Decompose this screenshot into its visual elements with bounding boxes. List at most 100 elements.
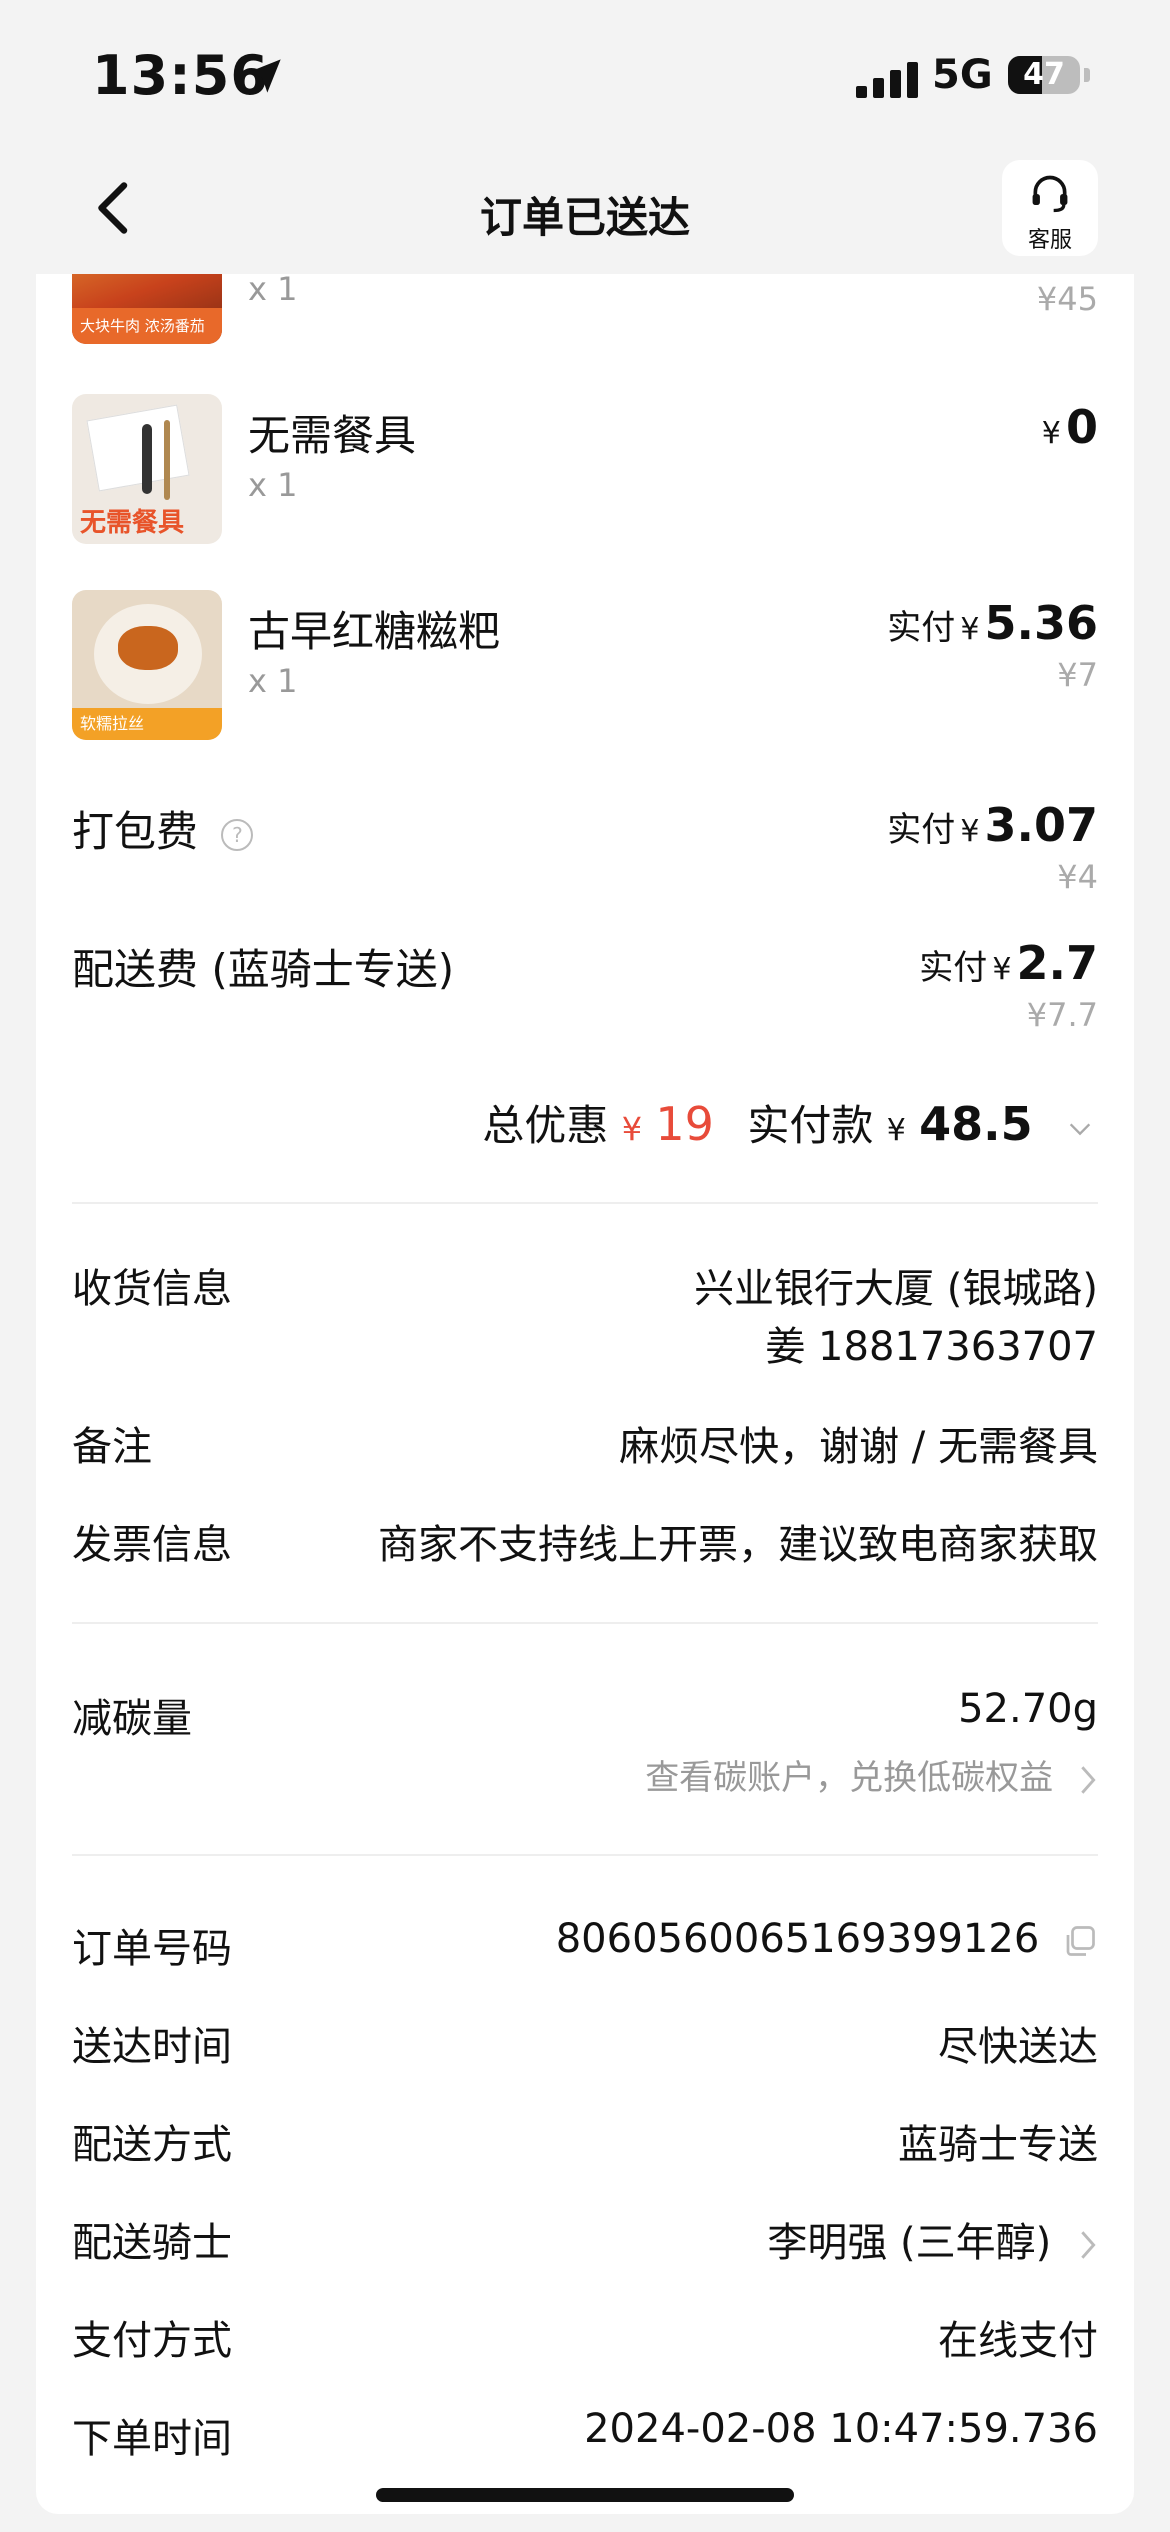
divider [72, 1854, 1098, 1856]
battery-level: 47 [1023, 57, 1065, 92]
item-amount: 0 [1065, 400, 1098, 454]
remark-row: 备注 麻烦尽快，谢谢 / 无需餐具 [72, 1414, 1098, 1474]
order-item: 大块牛肉 浓汤番茄 x 1 ¥45 [72, 274, 1098, 354]
copy-icon[interactable] [1062, 1923, 1098, 1959]
battery-cap [1084, 68, 1090, 82]
item-thumbnail: 大块牛肉 浓汤番茄 [72, 274, 222, 344]
rider-label: 配送骑士 [72, 2220, 232, 2266]
receiver-address: 兴业银行大厦 (银城路) [694, 1266, 1098, 1312]
receiver-contact: 姜 18817363707 [765, 1324, 1098, 1370]
paid-label: 实付 [919, 948, 988, 988]
remark-value: 麻烦尽快，谢谢 / 无需餐具 [619, 1424, 1098, 1470]
order-item: 无需餐具 无需餐具 x 1 ¥ 0 [72, 394, 1098, 554]
item-price: 实付 ¥ 5.36 ¥7 [887, 596, 1098, 694]
delivery-method-value: 蓝骑士专送 [898, 2122, 1098, 2168]
receiver-info-row: 收货信息 兴业银行大厦 (银城路) 姜 18817363707 [72, 1256, 1098, 1376]
item-badge: 大块牛肉 浓汤番茄 [72, 308, 222, 344]
arrival-time-row: 送达时间 尽快送达 [72, 2014, 1098, 2074]
discount-currency: ¥ [621, 1110, 643, 1148]
item-quantity: x 1 [248, 662, 298, 700]
item-amount: 5.36 [984, 596, 1099, 650]
item-badge: 软糯拉丝 [72, 708, 222, 740]
chevron-right-icon [1081, 2231, 1096, 2259]
carbon-reduction-row: 减碳量 52.70g 查看碳账户，兑换低碳权益 [72, 1686, 1098, 1799]
delivery-fee-original: ¥7.7 [1026, 996, 1098, 1034]
currency-symbol: ¥ [1041, 416, 1061, 451]
item-original-price: ¥7 [1057, 656, 1098, 694]
status-time: 13:56 [92, 44, 269, 107]
network-type: 5G [932, 52, 993, 98]
delivery-method-row: 配送方式 蓝骑士专送 [72, 2112, 1098, 2172]
delivery-method-label: 配送方式 [72, 2122, 232, 2168]
order-total-row[interactable]: 总优惠 ¥ 19 实付款 ¥ 48.5 [482, 1092, 1094, 1153]
discount-label: 总优惠 [482, 1101, 609, 1150]
carbon-value: 52.70g [958, 1686, 1098, 1732]
rider-value: 李明强 (三年醇) [767, 2220, 1052, 2266]
rider-row[interactable]: 配送骑士 李明强 (三年醇) [72, 2210, 1098, 2270]
order-number-group: 8060560065169399126 [556, 1916, 1098, 1962]
cellular-signal-icon [856, 62, 918, 98]
packing-fee-original: ¥4 [1057, 858, 1098, 896]
order-time-value: 2024-02-08 10:47:59.736 [584, 2406, 1098, 2452]
status-bar: 13:56 5G 47 [0, 0, 1170, 150]
item-original-price: ¥45 [1036, 280, 1098, 318]
paid-label: 实付 [887, 810, 956, 850]
order-detail-card: 大块牛肉 浓汤番茄 x 1 ¥45 无需餐具 无需餐具 x 1 ¥ 0 软糯拉丝… [36, 274, 1134, 2514]
receiver-info-label: 收货信息 [72, 1266, 232, 1312]
item-quantity: x 1 [248, 274, 298, 308]
item-badge: 无需餐具 [80, 508, 185, 538]
invoice-value: 商家不支持线上开票，建议致电商家获取 [378, 1522, 1098, 1568]
currency-symbol: ¥ [992, 952, 1012, 987]
customer-service-button[interactable]: 客服 [1002, 160, 1098, 256]
paid-total-currency: ¥ [886, 1113, 906, 1148]
battery-icon: 47 [1008, 56, 1080, 94]
carbon-account-link[interactable]: 查看碳账户，兑换低碳权益 [645, 1750, 1098, 1799]
packing-fee-amount: 3.07 [984, 798, 1099, 852]
item-name: 古早红糖糍粑 [248, 607, 501, 656]
carbon-label: 减碳量 [72, 1696, 192, 1742]
packing-fee-row: 打包费 ? 实付 ¥ 3.07 ¥4 [72, 798, 1098, 918]
order-item: 软糯拉丝 古早红糖糍粑 x 1 实付 ¥ 5.36 ¥7 [72, 590, 1098, 750]
item-quantity: x 1 [248, 466, 298, 504]
page-title: 订单已送达 [479, 193, 690, 242]
order-number-value: 8060560065169399126 [555, 1916, 1040, 1962]
invoice-label: 发票信息 [72, 1522, 232, 1568]
divider [72, 1622, 1098, 1624]
arrival-time-value: 尽快送达 [938, 2024, 1098, 2070]
divider [72, 1202, 1098, 1204]
order-time-row: 下单时间 2024-02-08 10:47:59.736 [72, 2406, 1098, 2466]
order-number-row: 订单号码 8060560065169399126 [72, 1916, 1098, 1976]
rider-group: 李明强 (三年醇) [767, 2210, 1098, 2268]
packing-fee-label: 打包费 [72, 807, 199, 856]
home-indicator[interactable] [376, 2488, 794, 2502]
carbon-link-text: 查看碳账户，兑换低碳权益 [645, 1758, 1054, 1798]
help-icon[interactable]: ? [221, 818, 254, 851]
payment-method-value: 在线支付 [938, 2318, 1098, 2364]
currency-symbol: ¥ [960, 612, 980, 647]
arrival-time-label: 送达时间 [72, 2024, 232, 2070]
paid-total-label: 实付款 [747, 1101, 874, 1150]
location-arrow-icon [247, 59, 281, 93]
order-time-label: 下单时间 [72, 2416, 232, 2462]
delivery-fee-amount: 2.7 [1016, 936, 1099, 990]
discount-value: 19 [655, 1097, 714, 1151]
delivery-fee-row: 配送费 (蓝骑士专送) 实付 ¥ 2.7 ¥7.7 [72, 936, 1098, 1056]
payment-method-label: 支付方式 [72, 2318, 232, 2364]
paid-label: 实付 [887, 608, 956, 648]
chevron-down-icon[interactable] [1066, 1115, 1094, 1143]
navigation-bar: 订单已送达 客服 [0, 150, 1170, 274]
delivery-fee-label: 配送费 (蓝骑士专送) [72, 945, 455, 994]
payment-method-row: 支付方式 在线支付 [72, 2308, 1098, 2368]
paid-total-value: 48.5 [919, 1097, 1033, 1151]
item-name: 无需餐具 [248, 411, 417, 460]
order-number-label: 订单号码 [72, 1926, 232, 1972]
headset-icon [1032, 175, 1068, 213]
invoice-row: 发票信息 商家不支持线上开票，建议致电商家获取 [72, 1512, 1098, 1572]
item-price: ¥ 0 [1042, 400, 1098, 454]
customer-service-label: 客服 [1027, 228, 1072, 253]
remark-label: 备注 [72, 1424, 152, 1470]
currency-symbol: ¥ [960, 814, 980, 849]
item-thumbnail: 软糯拉丝 [72, 590, 222, 740]
item-thumbnail: 无需餐具 [72, 394, 222, 544]
chevron-right-icon [1081, 1765, 1096, 1794]
